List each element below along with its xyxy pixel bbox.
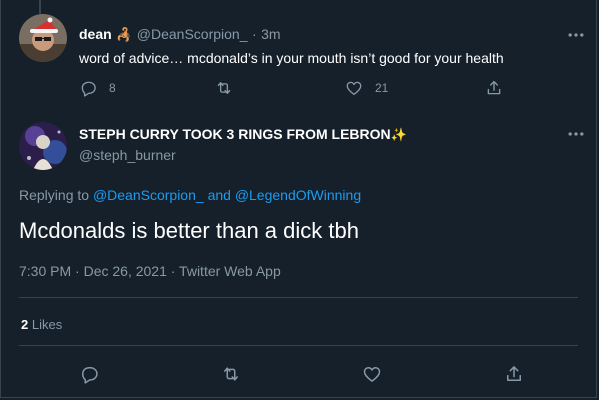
display-name[interactable]: dean <box>79 26 112 42</box>
retweet-icon <box>224 367 238 381</box>
reply-button[interactable]: 8 <box>79 79 116 97</box>
tweet-thread: dean 🦂 @DeanScorpion_ · 3m word of advic… <box>0 0 597 398</box>
reply-count: 8 <box>109 81 116 95</box>
reply-icon <box>81 81 96 97</box>
avatar-dean[interactable] <box>19 14 67 62</box>
main-tweet-text: Mcdonalds is better than a dick tbh <box>19 218 359 243</box>
divider <box>19 297 578 298</box>
replying-to-legend-link[interactable]: @LegendOfWinning <box>235 187 361 203</box>
likes-summary[interactable]: 2 Likes <box>21 317 62 332</box>
avatar-steph-burner[interactable] <box>19 122 67 170</box>
share-icon <box>487 80 501 95</box>
more-horizontal-icon <box>568 33 584 37</box>
more-horizontal-icon <box>568 132 584 136</box>
replying-to: Replying to @DeanScorpion_ and @LegendOf… <box>19 187 361 203</box>
reply-icon <box>82 367 98 384</box>
divider <box>19 345 578 346</box>
handle[interactable]: @DeanScorpion_ <box>137 26 248 42</box>
share-button[interactable] <box>485 79 503 97</box>
replying-to-and: and <box>207 187 231 203</box>
retweet-icon <box>217 82 231 94</box>
replying-to-label: Replying to <box>19 187 90 203</box>
reply-button[interactable] <box>79 364 99 384</box>
thread-line-top <box>39 0 41 14</box>
retweet-button[interactable] <box>215 79 245 97</box>
replying-to-dean-link[interactable]: @DeanScorpion_ <box>93 187 204 203</box>
sparkles-emoji: ✨ <box>390 127 407 142</box>
share-button[interactable] <box>504 364 524 384</box>
more-options-button[interactable] <box>566 25 586 45</box>
main-tweet-header: STEPH CURRY TOOK 3 RINGS FROM LEBRON✨ <box>79 126 407 144</box>
likes-count: 2 <box>21 317 29 332</box>
timestamp[interactable]: 3m <box>261 26 280 42</box>
like-count: 21 <box>375 81 389 95</box>
more-options-button[interactable] <box>566 124 586 144</box>
heart-icon <box>363 367 381 382</box>
like-button[interactable]: 21 <box>345 79 388 97</box>
handle[interactable]: @steph_burner <box>79 147 176 163</box>
display-name[interactable]: STEPH CURRY TOOK 3 RINGS FROM LEBRON <box>79 126 391 142</box>
retweet-button[interactable] <box>221 364 241 384</box>
separator-dot: · <box>251 26 257 42</box>
likes-label: Likes <box>31 317 63 332</box>
reply-tweet-text: word of advice… mcdonald’s in your mouth… <box>79 50 504 66</box>
like-button[interactable] <box>362 364 382 384</box>
reply-tweet-header: dean 🦂 @DeanScorpion_ · 3m <box>79 26 281 44</box>
scorpion-emoji: 🦂 <box>116 27 133 42</box>
tweet-meta[interactable]: 7:30 PM · Dec 26, 2021 · Twitter Web App <box>19 263 281 279</box>
heart-icon <box>346 81 362 96</box>
share-icon <box>507 366 521 381</box>
